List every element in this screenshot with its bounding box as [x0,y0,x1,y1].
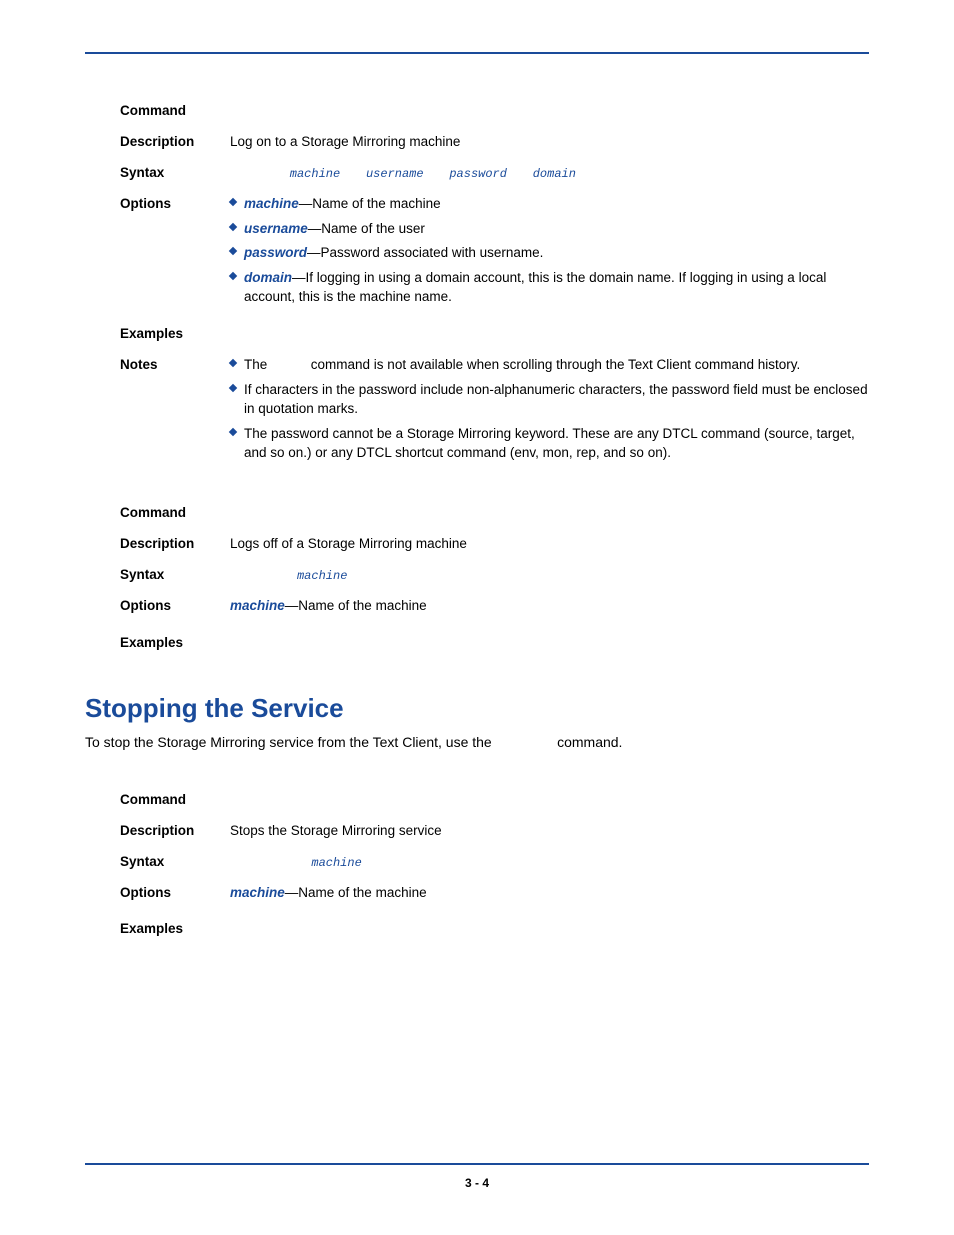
syntax-cmd: LOGOUT [230,569,273,583]
option-text: —Name of the machine [285,885,427,900]
label-options: Options [120,195,230,214]
option-item: machine—Name of the machine [230,597,869,616]
diamond-icon [229,272,237,280]
option-key: machine [244,196,299,211]
label-examples: Examples [120,634,230,653]
label-syntax: Syntax [120,853,230,872]
note-text: The password cannot be a Storage Mirrori… [244,426,855,460]
command-block-shutdown: Command SHUTDOWN Description Stops the S… [120,791,869,939]
label-options: Options [120,597,230,616]
label-description: Description [120,133,230,152]
note-mono: login [271,359,307,373]
label-command: Command [120,791,230,810]
option-key: password [244,245,307,260]
note-text: command is not available when scrolling … [307,357,800,372]
value-command: SHUTDOWN [230,791,869,808]
command-block-logout: Command LOGOUT Description Logs off of a… [120,504,869,652]
intro-mono: shutdown [496,737,554,751]
note-item: The password cannot be a Storage Mirrori… [230,425,869,463]
label-description: Description [120,822,230,841]
diamond-icon [229,247,237,255]
syntax-arg: machine [297,569,347,583]
option-key: domain [244,270,292,285]
value-options: machine—Name of the machine [230,884,869,909]
option-item: machine—Name of the machine [230,884,869,903]
label-command: Command [120,504,230,523]
label-syntax: Syntax [120,164,230,183]
label-notes: Notes [120,356,230,375]
value-notes: The login command is not available when … [230,356,869,468]
diamond-icon [229,427,237,435]
intro-text: To stop the Storage Mirroring service fr… [85,734,496,750]
value-description: Log on to a Storage Mirroring machine [230,133,869,152]
value-command: LOGIN [230,102,869,119]
value-examples: login indy administrator ****** corporat… [230,325,869,342]
option-item: domain—If logging in using a domain acco… [230,269,869,307]
value-syntax: LOGOUT machine [230,566,869,585]
page-number: 3 - 4 [0,1176,954,1190]
syntax-arg: domain [533,167,576,181]
label-examples: Examples [120,325,230,344]
label-command: Command [120,102,230,121]
syntax-arg: username [366,167,424,181]
option-key: machine [230,598,285,613]
intro-line: To stop the Storage Mirroring service fr… [85,734,869,751]
option-text: —Name of the machine [285,598,427,613]
syntax-arg: password [449,167,507,181]
diamond-icon [229,359,237,367]
document-page: Command LOGIN Description Log on to a St… [0,0,954,1235]
intro-text: command. [553,734,622,750]
option-text: —Password associated with username. [307,245,543,260]
syntax-cmd: SHUTDOWN [230,856,288,870]
value-syntax: LOGIN machine username password domain [230,164,869,183]
label-options: Options [120,884,230,903]
value-examples: logout indy [230,634,869,651]
top-rule [85,52,869,54]
syntax-arg: machine [290,167,340,181]
note-text: If characters in the password include no… [244,382,868,416]
note-text: The [244,357,271,372]
option-text: —If logging in using a domain account, t… [244,270,826,304]
value-options: machine—Name of the machine username—Nam… [230,195,869,313]
value-description: Logs off of a Storage Mirroring machine [230,535,869,554]
label-description: Description [120,535,230,554]
section-heading: Stopping the Service [85,693,869,724]
diamond-icon [229,384,237,392]
value-examples: shutdown indy [230,920,869,937]
bottom-rule [85,1163,869,1165]
value-syntax: SHUTDOWN machine [230,853,869,872]
syntax-cmd: LOGIN [230,167,266,181]
syntax-arg: machine [311,856,361,870]
note-item: If characters in the password include no… [230,381,869,419]
command-block-login: Command LOGIN Description Log on to a St… [120,102,869,468]
value-description: Stops the Storage Mirroring service [230,822,869,841]
diamond-icon [229,197,237,205]
option-key: username [244,221,308,236]
label-syntax: Syntax [120,566,230,585]
option-key: machine [230,885,285,900]
option-text: —Name of the machine [299,196,441,211]
option-item: machine—Name of the machine [230,195,869,214]
diamond-icon [229,222,237,230]
label-examples: Examples [120,920,230,939]
value-options: machine—Name of the machine [230,597,869,622]
value-command: LOGOUT [230,504,869,521]
note-item: The login command is not available when … [230,356,869,375]
option-item: username—Name of the user [230,220,869,239]
option-item: password—Password associated with userna… [230,244,869,263]
option-text: —Name of the user [308,221,425,236]
